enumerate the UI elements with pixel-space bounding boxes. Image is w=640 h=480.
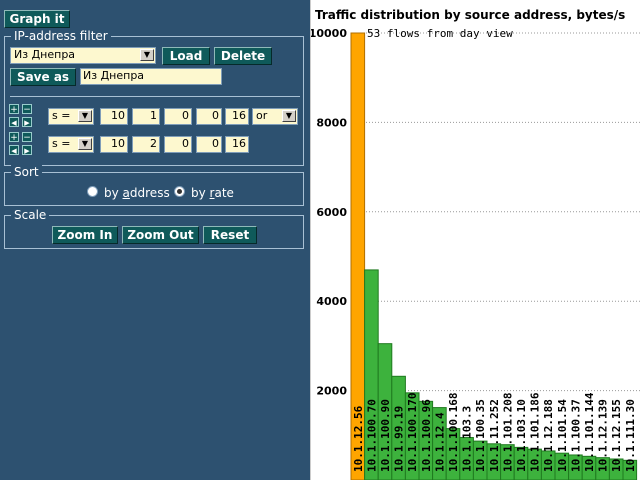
move-left-icon[interactable]: ◀: [9, 145, 19, 155]
x-category-label: 10.1.103.10: [515, 399, 528, 472]
x-category-label: 10.1.101.186: [529, 392, 542, 472]
row2-mask-input[interactable]: 16: [225, 136, 249, 153]
filter-preset-value: Из Днепра: [14, 48, 76, 61]
row2-octet1-input[interactable]: 10: [100, 136, 128, 153]
sort-by-rate-radio[interactable]: [174, 186, 185, 197]
sort-by-rate-prefix: by: [191, 186, 210, 200]
x-category-label: 10.1.12.139: [597, 399, 610, 472]
remove-row-icon[interactable]: −: [22, 104, 32, 115]
chevron-down-icon: ▼: [140, 49, 154, 61]
x-category-label: 10.1.100.37: [569, 399, 582, 472]
x-category-label: 10.1.100.90: [379, 399, 392, 472]
chevron-down-icon: ▼: [282, 110, 296, 122]
y-tick-label: 8000: [316, 116, 347, 129]
save-as-button[interactable]: Save as: [10, 68, 76, 86]
move-right-icon[interactable]: ▶: [22, 117, 32, 127]
sort-by-rate-label[interactable]: by rate: [191, 186, 234, 200]
x-category-label: 10.1.100.35: [474, 399, 487, 472]
ip-filter-legend: IP-address filter: [11, 29, 111, 43]
row1-mask-input[interactable]: 16: [225, 108, 249, 125]
x-category-label: 10.1.100.168: [447, 393, 460, 472]
y-tick-label: 2000: [316, 385, 347, 398]
y-tick-label: 10000: [311, 27, 347, 40]
row2-op-select[interactable]: s = ▼: [48, 136, 94, 153]
sort-by-address-prefix: by: [104, 186, 123, 200]
x-category-label: 10.1.111.30: [624, 399, 637, 472]
row1-logic-value: or: [256, 109, 268, 122]
add-row-icon[interactable]: +: [9, 104, 19, 115]
x-category-label: 10.1.101.144: [583, 392, 596, 472]
sort-by-address-accesskey: a: [122, 186, 130, 200]
x-category-label: 10.1.12.4: [433, 412, 446, 472]
row1-octet2-input[interactable]: 1: [132, 108, 160, 125]
add-row-icon[interactable]: +: [9, 132, 19, 143]
filter-divider: [10, 96, 300, 97]
sort-by-address-rest: ddress: [129, 186, 170, 200]
radio-selected-dot: [177, 189, 182, 194]
sort-by-address-radio[interactable]: [87, 186, 98, 197]
x-category-label: 10.1.100.170: [406, 393, 419, 472]
x-category-label: 10.1.100.96: [420, 399, 433, 472]
row1-op-select[interactable]: s = ▼: [48, 108, 94, 125]
row2-octet3-input[interactable]: 0: [164, 136, 192, 153]
remove-row-icon[interactable]: −: [22, 132, 32, 143]
load-button[interactable]: Load: [162, 47, 210, 65]
y-tick-label: 4000: [316, 295, 347, 308]
scale-legend: Scale: [11, 208, 50, 222]
x-category-label: 10.1.12.56: [352, 405, 365, 472]
x-category-label: 10.1.100.70: [365, 399, 378, 472]
row1-octet1-input[interactable]: 10: [100, 108, 128, 125]
chart-annotation: 53 flows from day view: [367, 27, 513, 40]
x-category-label: 10.1.103.3: [461, 406, 474, 472]
reset-button[interactable]: Reset: [203, 226, 257, 244]
row1-octet4-input[interactable]: 0: [196, 108, 222, 125]
sort-legend: Sort: [11, 165, 42, 179]
y-tick-label: 6000: [316, 206, 347, 219]
row1-logic-select[interactable]: or ▼: [252, 108, 298, 125]
control-panel: Graph it IP-address filter Из Днепра ▼ L…: [0, 0, 310, 480]
row2-op-value: s =: [52, 137, 71, 150]
row2-octet4-input[interactable]: 0: [196, 136, 222, 153]
x-category-label: 10.1.99.19: [393, 406, 406, 472]
sort-by-address-label[interactable]: by address: [104, 186, 170, 200]
graph-it-button[interactable]: Graph it: [4, 10, 70, 28]
zoom-out-button[interactable]: Zoom Out: [122, 226, 199, 244]
row1-op-value: s =: [52, 109, 71, 122]
delete-button[interactable]: Delete: [214, 47, 272, 65]
sort-by-rate-rest: ate: [214, 186, 234, 200]
x-category-label: 10.1.12.188: [542, 399, 555, 472]
x-category-label: 10.1.11.252: [488, 399, 501, 472]
x-category-label: 10.1.12.155: [610, 399, 623, 472]
row2-octet2-input[interactable]: 2: [132, 136, 160, 153]
row1-octet3-input[interactable]: 0: [164, 108, 192, 125]
zoom-in-button[interactable]: Zoom In: [52, 226, 118, 244]
chart-panel: Traffic distribution by source address, …: [310, 0, 640, 480]
move-right-icon[interactable]: ▶: [22, 145, 32, 155]
move-left-icon[interactable]: ◀: [9, 117, 19, 127]
x-category-label: 10.1.101.208: [501, 393, 514, 472]
save-as-input[interactable]: Из Днепра: [80, 68, 222, 85]
chevron-down-icon: ▼: [78, 110, 92, 122]
filter-preset-select[interactable]: Из Днепра ▼: [10, 47, 156, 64]
traffic-bar-chart: 20004000600080001000010.1.12.56 10.1.100.…: [311, 27, 640, 480]
chevron-down-icon: ▼: [78, 138, 92, 150]
x-category-label: 10.1.101.54: [556, 399, 569, 472]
